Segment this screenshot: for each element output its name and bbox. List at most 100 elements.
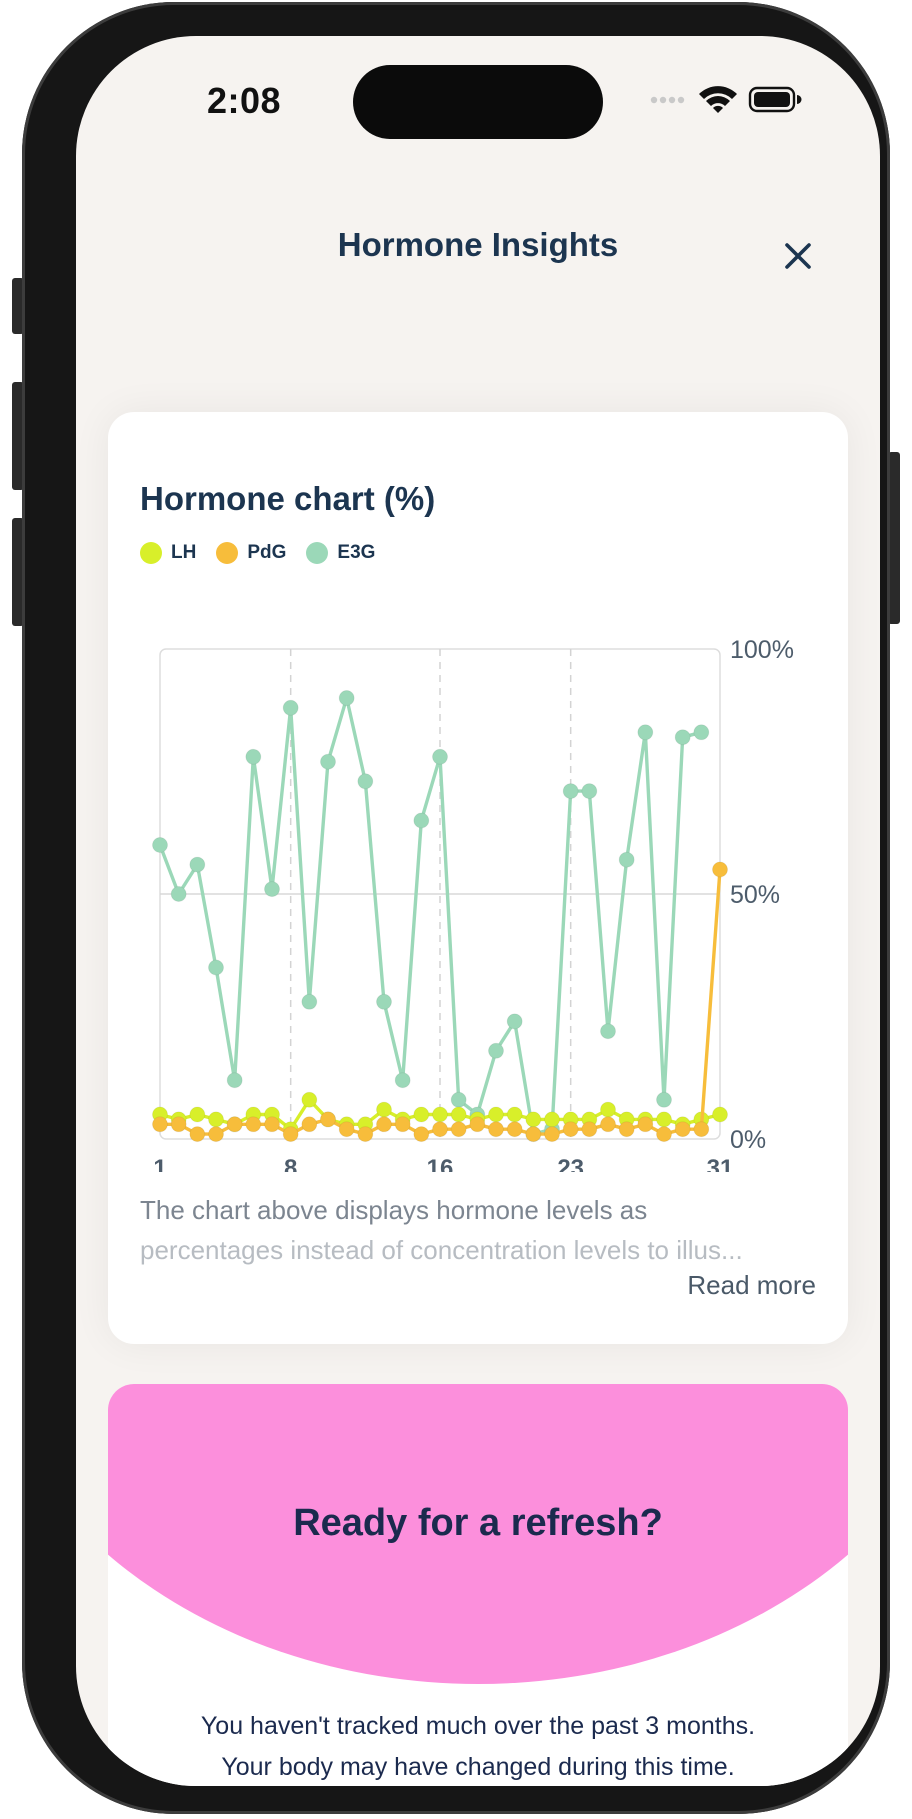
data-point-e3g bbox=[376, 993, 392, 1010]
refresh-body-line-1: You haven't tracked much over the past 3… bbox=[200, 1712, 756, 1740]
screen: 2:08 Hormone Insights Hormone chart (%) … bbox=[76, 36, 880, 1786]
data-point-pdg bbox=[338, 1121, 355, 1138]
series-line-e3g bbox=[158, 696, 702, 1136]
x-tick-label: 1 bbox=[153, 1155, 166, 1172]
data-point-pdg bbox=[432, 1121, 448, 1138]
data-point-pdg bbox=[189, 1126, 206, 1143]
refresh-card: Ready for a refresh? You haven't tracked… bbox=[108, 1384, 848, 1786]
data-point-e3g bbox=[600, 1023, 616, 1040]
data-point-e3g bbox=[581, 783, 598, 800]
data-point-lh bbox=[376, 1101, 392, 1118]
data-point-pdg bbox=[674, 1121, 691, 1138]
data-point-pdg bbox=[320, 1111, 336, 1128]
status-time: 2:08 bbox=[206, 80, 282, 121]
data-point-pdg bbox=[208, 1126, 224, 1143]
data-point-e3g bbox=[357, 773, 374, 790]
data-point-pdg bbox=[264, 1116, 280, 1133]
data-point-pdg bbox=[600, 1116, 616, 1133]
data-point-pdg bbox=[226, 1116, 243, 1133]
phone-frame: 2:08 Hormone Insights Hormone chart (%) … bbox=[22, 2, 890, 1814]
data-point-lh bbox=[301, 1091, 318, 1108]
dynamic-island bbox=[353, 65, 603, 139]
data-point-pdg bbox=[170, 1116, 187, 1133]
data-point-pdg bbox=[282, 1126, 299, 1143]
data-point-pdg bbox=[469, 1116, 486, 1133]
x-tick-label: 31 bbox=[707, 1155, 734, 1172]
data-point-e3g bbox=[170, 886, 187, 902]
data-point-lh bbox=[525, 1111, 542, 1128]
data-point-e3g bbox=[618, 851, 635, 868]
data-point-pdg bbox=[562, 1121, 579, 1138]
data-point-lh bbox=[600, 1101, 616, 1118]
data-point-e3g bbox=[693, 724, 710, 741]
data-point-e3g bbox=[394, 1072, 411, 1089]
data-point-e3g bbox=[413, 812, 430, 829]
data-point-e3g bbox=[245, 748, 262, 765]
data-point-e3g bbox=[264, 881, 280, 898]
data-point-pdg bbox=[637, 1116, 654, 1133]
data-point-lh bbox=[189, 1106, 206, 1123]
read-more-link[interactable]: Read more bbox=[687, 1270, 816, 1301]
data-point-e3g bbox=[208, 959, 224, 976]
data-point-lh bbox=[208, 1111, 224, 1128]
data-point-e3g bbox=[189, 856, 206, 873]
data-point-lh bbox=[450, 1106, 467, 1123]
x-tick-label: 23 bbox=[557, 1155, 584, 1172]
data-point-e3g bbox=[282, 699, 299, 716]
data-point-e3g bbox=[432, 748, 448, 765]
data-point-pdg bbox=[506, 1121, 523, 1138]
signal-dots-icon bbox=[650, 96, 685, 104]
y-tick-label: 100% bbox=[730, 636, 794, 664]
data-point-e3g bbox=[338, 690, 355, 706]
data-point-e3g bbox=[506, 1013, 523, 1030]
data-point-pdg bbox=[581, 1121, 598, 1138]
status-icons bbox=[650, 86, 802, 113]
data-point-pdg bbox=[525, 1126, 542, 1143]
data-point-pdg bbox=[152, 1116, 168, 1133]
battery-icon bbox=[748, 86, 802, 113]
refresh-body-line-2: Your body may have changed during this t… bbox=[221, 1753, 735, 1781]
data-point-pdg bbox=[245, 1116, 262, 1133]
data-point-e3g bbox=[226, 1072, 243, 1089]
data-point-pdg bbox=[544, 1126, 560, 1143]
data-point-pdg bbox=[394, 1116, 411, 1133]
data-point-lh bbox=[544, 1111, 560, 1128]
data-point-pdg bbox=[301, 1116, 318, 1133]
data-point-e3g bbox=[562, 783, 579, 800]
data-point-lh bbox=[506, 1106, 523, 1123]
close-button[interactable] bbox=[776, 234, 820, 278]
data-point-e3g bbox=[301, 993, 318, 1010]
chart-caption-line-1: The chart above displays hormone levels … bbox=[140, 1195, 648, 1225]
data-point-e3g bbox=[674, 729, 691, 746]
data-point-lh bbox=[413, 1106, 430, 1123]
close-icon bbox=[785, 243, 811, 269]
data-point-lh bbox=[656, 1111, 672, 1128]
data-point-pdg bbox=[413, 1126, 430, 1143]
data-point-e3g bbox=[450, 1091, 467, 1108]
chart-caption-line-2: percentages instead of concentration lev… bbox=[140, 1235, 743, 1265]
hormone-chart-card: Hormone chart (%) LH PdG E3G 1 8 16 23 31 0% 5… bbox=[108, 412, 848, 1344]
data-point-e3g bbox=[320, 753, 336, 770]
data-point-pdg bbox=[618, 1121, 635, 1138]
data-point-e3g bbox=[488, 1042, 504, 1059]
refresh-body: You haven't tracked much over the past 3… bbox=[108, 1706, 848, 1786]
data-point-e3g bbox=[637, 724, 654, 741]
data-point-pdg bbox=[357, 1126, 374, 1143]
data-point-e3g bbox=[152, 837, 168, 853]
data-point-lh bbox=[432, 1106, 448, 1123]
x-tick-label: 8 bbox=[284, 1155, 297, 1172]
refresh-title: Ready for a refresh? bbox=[293, 1502, 663, 1544]
x-tick-label: 16 bbox=[427, 1155, 454, 1172]
data-point-lh bbox=[488, 1106, 504, 1123]
data-point-lh bbox=[712, 1106, 728, 1123]
data-point-pdg bbox=[450, 1121, 467, 1138]
data-point-pdg bbox=[488, 1121, 504, 1138]
data-point-pdg bbox=[656, 1126, 672, 1143]
data-point-pdg bbox=[376, 1116, 392, 1133]
page-title: Hormone Insights bbox=[337, 226, 619, 263]
data-point-e3g bbox=[656, 1091, 672, 1108]
wifi-icon bbox=[699, 86, 737, 113]
hormone-chart: 1 8 16 23 310% 50% 100% bbox=[152, 636, 794, 1172]
data-point-pdg bbox=[693, 1121, 710, 1138]
y-tick-label: 50% bbox=[730, 881, 780, 909]
